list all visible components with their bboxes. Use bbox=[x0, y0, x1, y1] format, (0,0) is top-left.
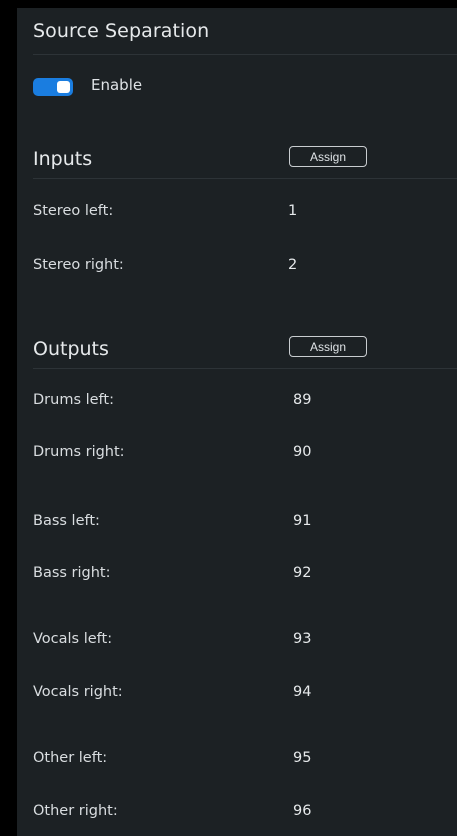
output-label-other-right: Other right: bbox=[33, 803, 118, 819]
output-label-vocals-left: Vocals left: bbox=[33, 631, 113, 647]
output-value-other-left: 95 bbox=[293, 750, 312, 766]
outputs-title: Outputs bbox=[33, 338, 109, 360]
output-value-vocals-right: 94 bbox=[293, 684, 312, 700]
output-label-drums-right: Drums right: bbox=[33, 444, 125, 460]
output-label-other-left: Other left: bbox=[33, 750, 108, 766]
output-value-drums-left: 89 bbox=[293, 392, 312, 408]
input-value-stereo-right: 2 bbox=[288, 257, 298, 273]
output-value-other-right: 96 bbox=[293, 803, 312, 819]
title-divider bbox=[33, 54, 457, 55]
output-label-vocals-right: Vocals right: bbox=[33, 684, 123, 700]
input-value-stereo-left: 1 bbox=[288, 203, 298, 219]
output-label-drums-left: Drums left: bbox=[33, 392, 114, 408]
input-label-stereo-right: Stereo right: bbox=[33, 257, 124, 273]
output-value-drums-right: 90 bbox=[293, 444, 312, 460]
output-value-vocals-left: 93 bbox=[293, 631, 312, 647]
output-value-bass-right: 92 bbox=[293, 565, 312, 581]
source-separation-panel: Source Separation Enable Inputs Assign S… bbox=[17, 8, 457, 836]
panel-title: Source Separation bbox=[33, 20, 210, 42]
output-value-bass-left: 91 bbox=[293, 513, 312, 529]
enable-toggle[interactable] bbox=[33, 78, 73, 96]
input-label-stereo-left: Stereo left: bbox=[33, 203, 114, 219]
toggle-knob bbox=[57, 81, 70, 93]
outputs-divider bbox=[33, 368, 457, 369]
output-label-bass-left: Bass left: bbox=[33, 513, 100, 529]
inputs-divider bbox=[33, 178, 457, 179]
output-label-bass-right: Bass right: bbox=[33, 565, 111, 581]
inputs-assign-button[interactable]: Assign bbox=[289, 146, 367, 167]
enable-label: Enable bbox=[91, 76, 143, 94]
inputs-title: Inputs bbox=[33, 148, 93, 170]
outputs-assign-button[interactable]: Assign bbox=[289, 336, 367, 357]
